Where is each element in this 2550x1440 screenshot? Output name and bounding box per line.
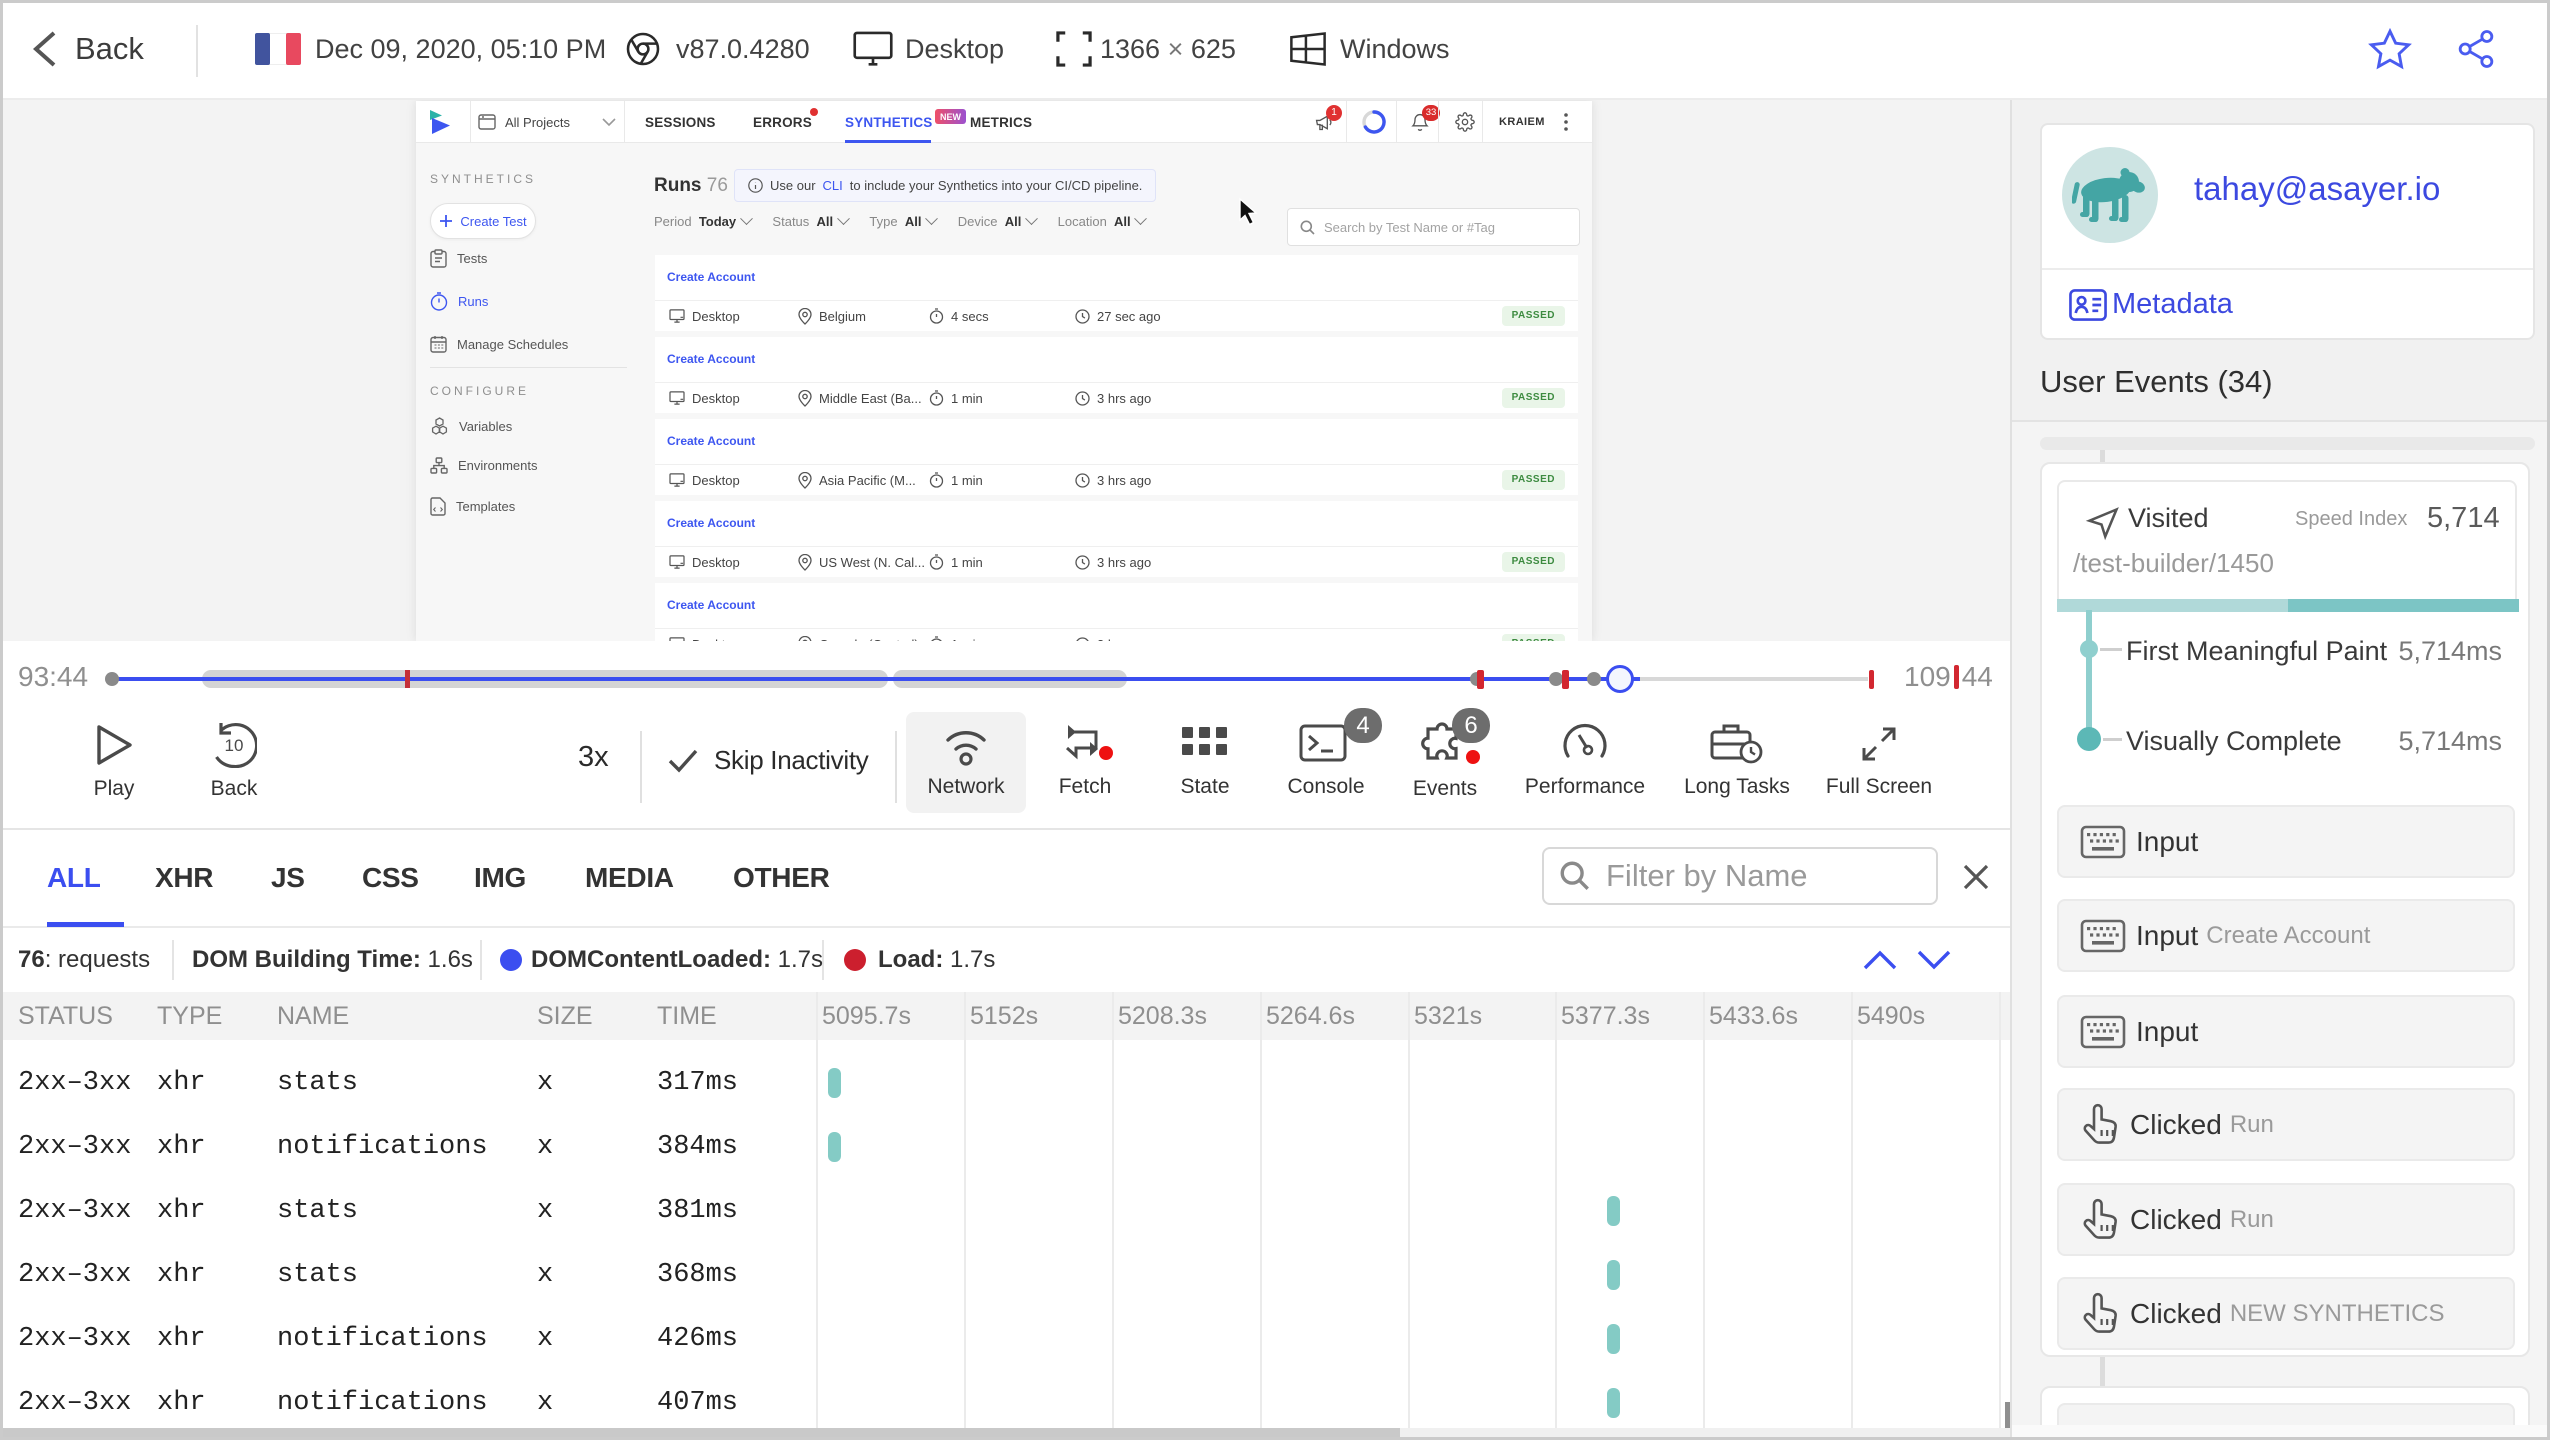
svg-text:10: 10 — [225, 736, 244, 755]
